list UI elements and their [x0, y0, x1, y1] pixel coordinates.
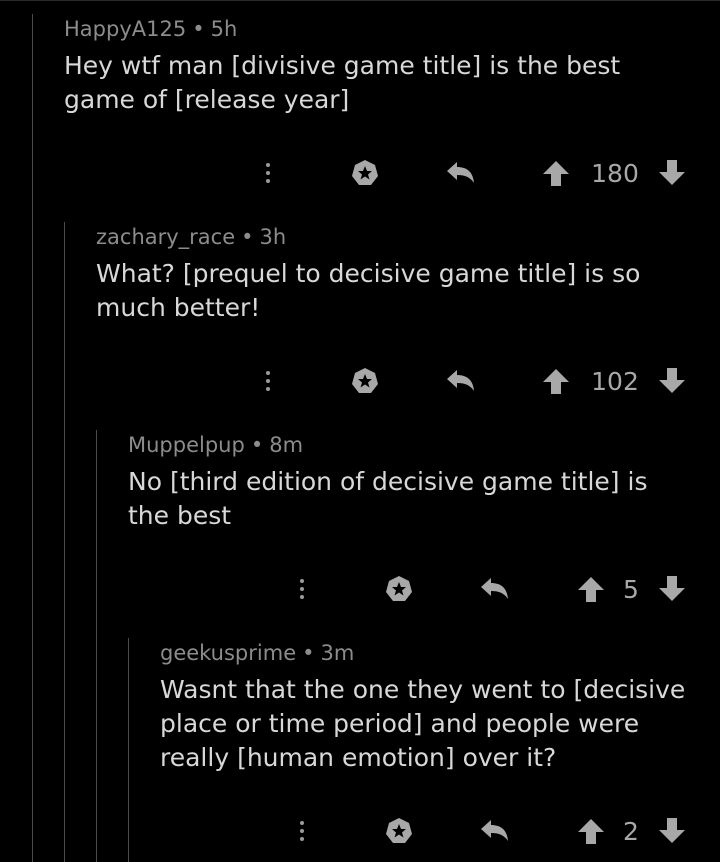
meta-separator: •: [250, 433, 264, 457]
vote-score: 2: [623, 816, 639, 846]
thread-line-depth-0[interactable]: [32, 14, 33, 862]
award-icon[interactable]: [384, 809, 414, 853]
comment-actions: 102: [0, 359, 720, 403]
meta-separator: •: [302, 641, 315, 665]
comment-actions: 2: [0, 809, 720, 853]
award-icon[interactable]: [350, 151, 380, 195]
downvote-icon[interactable]: [657, 359, 687, 403]
comment: geekusprime • 3m Wasnt that the one they w…: [160, 638, 700, 775]
upvote-icon[interactable]: [541, 359, 571, 403]
more-icon[interactable]: [258, 359, 278, 403]
more-icon[interactable]: [292, 567, 312, 611]
vote-score: 5: [623, 574, 639, 604]
comment-actions: 180: [0, 151, 720, 195]
vote-score: 180: [591, 158, 639, 188]
upvote-icon[interactable]: [576, 809, 606, 853]
comment-body: No [third edition of decisive game title…: [128, 467, 648, 530]
award-icon[interactable]: [384, 567, 414, 611]
comment-meta: geekusprime • 3m: [160, 638, 700, 668]
timestamp: 3h: [259, 225, 287, 249]
meta-separator: •: [192, 17, 205, 41]
thread-line-depth-2[interactable]: [96, 430, 97, 862]
vote-score: 102: [591, 366, 639, 396]
comment: zachary_race • 3h What? [prequel to decisi…: [96, 222, 700, 325]
reply-icon[interactable]: [478, 567, 510, 611]
downvote-icon[interactable]: [657, 151, 687, 195]
comment-body: Wasnt that the one they went to [decisiv…: [160, 675, 686, 772]
author-name[interactable]: HappyA125: [64, 17, 186, 41]
downvote-icon[interactable]: [657, 809, 687, 853]
author-name[interactable]: geekusprime: [160, 641, 296, 665]
downvote-icon[interactable]: [657, 567, 687, 611]
comment-actions: 5: [0, 567, 720, 611]
comment-body: What? [prequel to decisive game title] i…: [96, 259, 641, 322]
comment: HappyA125 • 5h Hey wtf man [divisive game …: [64, 14, 700, 117]
upvote-icon[interactable]: [541, 151, 571, 195]
more-icon[interactable]: [258, 151, 278, 195]
comment-meta: zachary_race • 3h: [96, 222, 700, 252]
award-icon[interactable]: [350, 359, 380, 403]
meta-separator: •: [241, 225, 254, 249]
thread-line-depth-1[interactable]: [64, 222, 65, 862]
comment: Muppelpup • 8m No [third edition of decisi…: [128, 430, 700, 533]
reply-icon[interactable]: [478, 809, 510, 853]
timestamp: 3m: [320, 641, 355, 665]
comment-body: Hey wtf man [divisive game title] is the…: [64, 51, 621, 114]
more-icon[interactable]: [292, 809, 312, 853]
timestamp: 8m: [269, 433, 304, 457]
reply-icon[interactable]: [444, 151, 476, 195]
comment-meta: HappyA125 • 5h: [64, 14, 700, 44]
upvote-icon[interactable]: [576, 567, 606, 611]
author-name[interactable]: Muppelpup: [128, 433, 245, 457]
top-divider: [0, 0, 720, 1]
author-name[interactable]: zachary_race: [96, 225, 235, 249]
timestamp: 5h: [210, 17, 238, 41]
reply-icon[interactable]: [444, 359, 476, 403]
comment-meta: Muppelpup • 8m: [128, 430, 700, 460]
